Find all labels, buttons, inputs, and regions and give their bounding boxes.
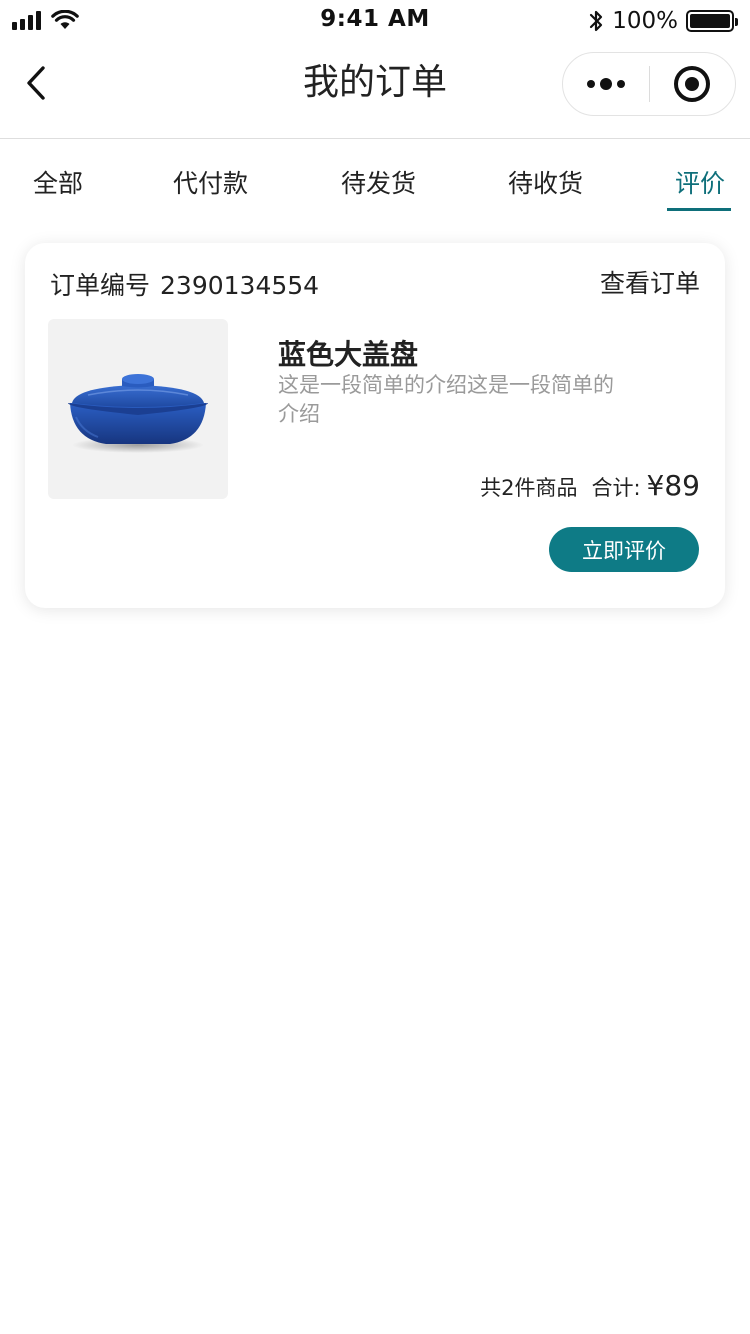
- order-number: 订单编号 2390134554: [50, 266, 319, 302]
- back-button[interactable]: [14, 58, 58, 108]
- active-tab-indicator: [667, 208, 731, 211]
- tab-review[interactable]: 评价: [675, 164, 725, 200]
- back-chevron-icon: [27, 66, 45, 100]
- status-bar: 9:41 AM 100%: [0, 0, 750, 40]
- blue-casserole-dish-image: [68, 374, 208, 453]
- total-label: 合计:: [591, 476, 641, 500]
- tab-pending-shipment[interactable]: 待发货: [341, 164, 416, 200]
- battery-percent: 100%: [612, 8, 678, 34]
- mini-program-capsule: [562, 52, 736, 116]
- review-now-button[interactable]: 立即评价: [549, 527, 699, 572]
- view-order-link[interactable]: 查看订单: [600, 264, 700, 300]
- more-dots-icon: [586, 78, 625, 90]
- close-mini-program-button[interactable]: [650, 52, 736, 116]
- nav-bar: 我的订单: [0, 40, 750, 139]
- order-card: 订单编号 2390134554 查看订单 蓝色大盖盘 这是一段简单的介绍这是一段…: [25, 243, 725, 608]
- bluetooth-icon: [590, 10, 603, 32]
- screen: 9:41 AM 100% 我的订单 全部 代付款 待发货 待收货 评价 订单编号…: [0, 0, 750, 1334]
- order-number-value: 2390134554: [160, 271, 320, 300]
- order-status-tabs: 全部 代付款 待发货 待收货 评价: [0, 140, 750, 222]
- status-right: 100%: [588, 8, 738, 34]
- tab-pending-payment[interactable]: 代付款: [173, 164, 248, 200]
- battery-fill: [690, 14, 730, 28]
- order-summary: 共2件商品 合计: ¥89: [480, 469, 700, 502]
- order-number-label: 订单编号: [50, 271, 151, 300]
- product-name: 蓝色大盖盘: [278, 338, 419, 371]
- tab-all[interactable]: 全部: [33, 164, 83, 200]
- tab-pending-receipt[interactable]: 待收货: [508, 164, 583, 200]
- product-image[interactable]: [48, 319, 228, 499]
- product-description: 这是一段简单的介绍这是一段简单的介绍: [278, 373, 614, 426]
- battery-icon: [686, 10, 738, 32]
- target-icon: [674, 66, 711, 102]
- more-button[interactable]: [563, 52, 649, 116]
- item-count: 共2件商品: [480, 476, 578, 500]
- total-price: ¥89: [646, 469, 700, 502]
